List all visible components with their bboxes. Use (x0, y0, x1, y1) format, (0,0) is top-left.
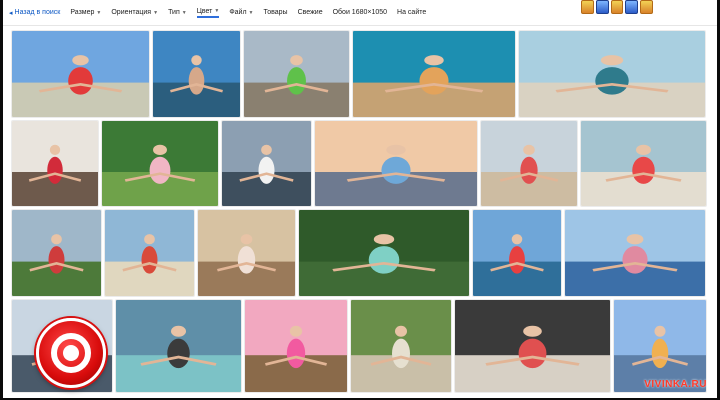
figure-body (47, 156, 63, 184)
figure-head (153, 144, 167, 155)
thumbnail-image (222, 121, 311, 206)
image-thumbnail[interactable] (116, 300, 241, 392)
image-thumbnail[interactable] (244, 31, 349, 117)
record-ring-icon (51, 333, 91, 373)
thumbnail-image (198, 210, 295, 296)
thumbnail-image (12, 31, 149, 117)
figure-head (49, 144, 61, 155)
thumbnail-image (351, 300, 451, 392)
image-thumbnail[interactable] (12, 121, 98, 206)
image-thumbnail[interactable] (198, 210, 295, 296)
thumbnail-image (116, 300, 241, 392)
figure-head (261, 144, 272, 155)
figure-body (509, 246, 525, 274)
figure-body (622, 246, 648, 274)
figure-body (188, 67, 205, 95)
image-thumbnail[interactable] (315, 121, 477, 206)
figure-head (72, 55, 89, 66)
figure-head (511, 234, 523, 245)
thumbnail-image (473, 210, 561, 296)
figure-head (171, 325, 186, 337)
figure-head (600, 55, 624, 66)
figure-head (289, 325, 303, 337)
image-thumbnail[interactable] (153, 31, 240, 117)
figure-body (237, 246, 256, 274)
thumbnail-image (299, 210, 469, 296)
thumbnail-image (244, 31, 349, 117)
figure-body (258, 156, 275, 184)
thumbnail-image (581, 121, 706, 206)
figure-body (651, 338, 669, 369)
figure-head (523, 325, 542, 337)
image-search-results-screen: ◂ Назад в поиск Размер ▼ Ориентация ▼ Ти… (3, 0, 717, 398)
image-thumbnail[interactable] (102, 121, 218, 206)
figure-body (48, 246, 65, 274)
image-thumbnail[interactable] (565, 210, 705, 296)
image-thumbnail[interactable] (12, 31, 149, 117)
image-thumbnail[interactable] (473, 210, 561, 296)
figure-head (654, 325, 666, 337)
figure-body (419, 67, 449, 95)
thumbnail-image (353, 31, 515, 117)
figure-body (520, 156, 538, 184)
image-thumbnail[interactable] (351, 300, 451, 392)
thumbnail-image (245, 300, 347, 392)
figure-head (395, 325, 407, 337)
thumbnail-image (102, 121, 218, 206)
image-thumbnail[interactable] (105, 210, 194, 296)
image-thumbnail[interactable] (481, 121, 577, 206)
figure-head (373, 234, 395, 245)
image-thumbnail[interactable] (222, 121, 311, 206)
figure-head (636, 144, 651, 155)
thumbnail-image (455, 300, 610, 392)
thumbnail-image (153, 31, 240, 117)
figure-head (290, 55, 303, 66)
figure-head (626, 234, 644, 245)
figure-head (144, 234, 155, 245)
figure-head (386, 144, 406, 155)
figure-head (51, 234, 62, 245)
figure-body (68, 67, 93, 95)
thumbnail-image (12, 210, 101, 296)
record-button[interactable] (36, 318, 106, 388)
thumbnail-image (565, 210, 705, 296)
figure-body (149, 156, 171, 184)
figure-body (286, 338, 306, 369)
figure-head (240, 234, 253, 245)
figure-body (392, 338, 410, 369)
image-results-grid (3, 0, 717, 398)
image-thumbnail[interactable] (353, 31, 515, 117)
figure-body (141, 246, 158, 274)
figure-body (368, 246, 400, 274)
figure-body (595, 67, 629, 95)
thumbnail-image (315, 121, 477, 206)
figure-body (381, 156, 411, 184)
thumbnail-image (519, 31, 705, 117)
figure-head (523, 144, 535, 155)
thumbnail-image (105, 210, 194, 296)
figure-body (518, 338, 547, 369)
image-thumbnail[interactable] (581, 121, 706, 206)
image-thumbnail[interactable] (245, 300, 347, 392)
figure-body (287, 67, 306, 95)
image-thumbnail[interactable] (299, 210, 469, 296)
figure-body (167, 338, 190, 369)
thumbnail-image (12, 121, 98, 206)
figure-body (632, 156, 655, 184)
watermark: VIVINKA.RU (644, 379, 707, 390)
thumbnail-image (481, 121, 577, 206)
figure-head (191, 55, 202, 66)
record-dot-icon (63, 345, 79, 361)
image-thumbnail[interactable] (12, 210, 101, 296)
image-thumbnail[interactable] (455, 300, 610, 392)
figure-head (424, 55, 444, 66)
image-thumbnail[interactable] (519, 31, 705, 117)
